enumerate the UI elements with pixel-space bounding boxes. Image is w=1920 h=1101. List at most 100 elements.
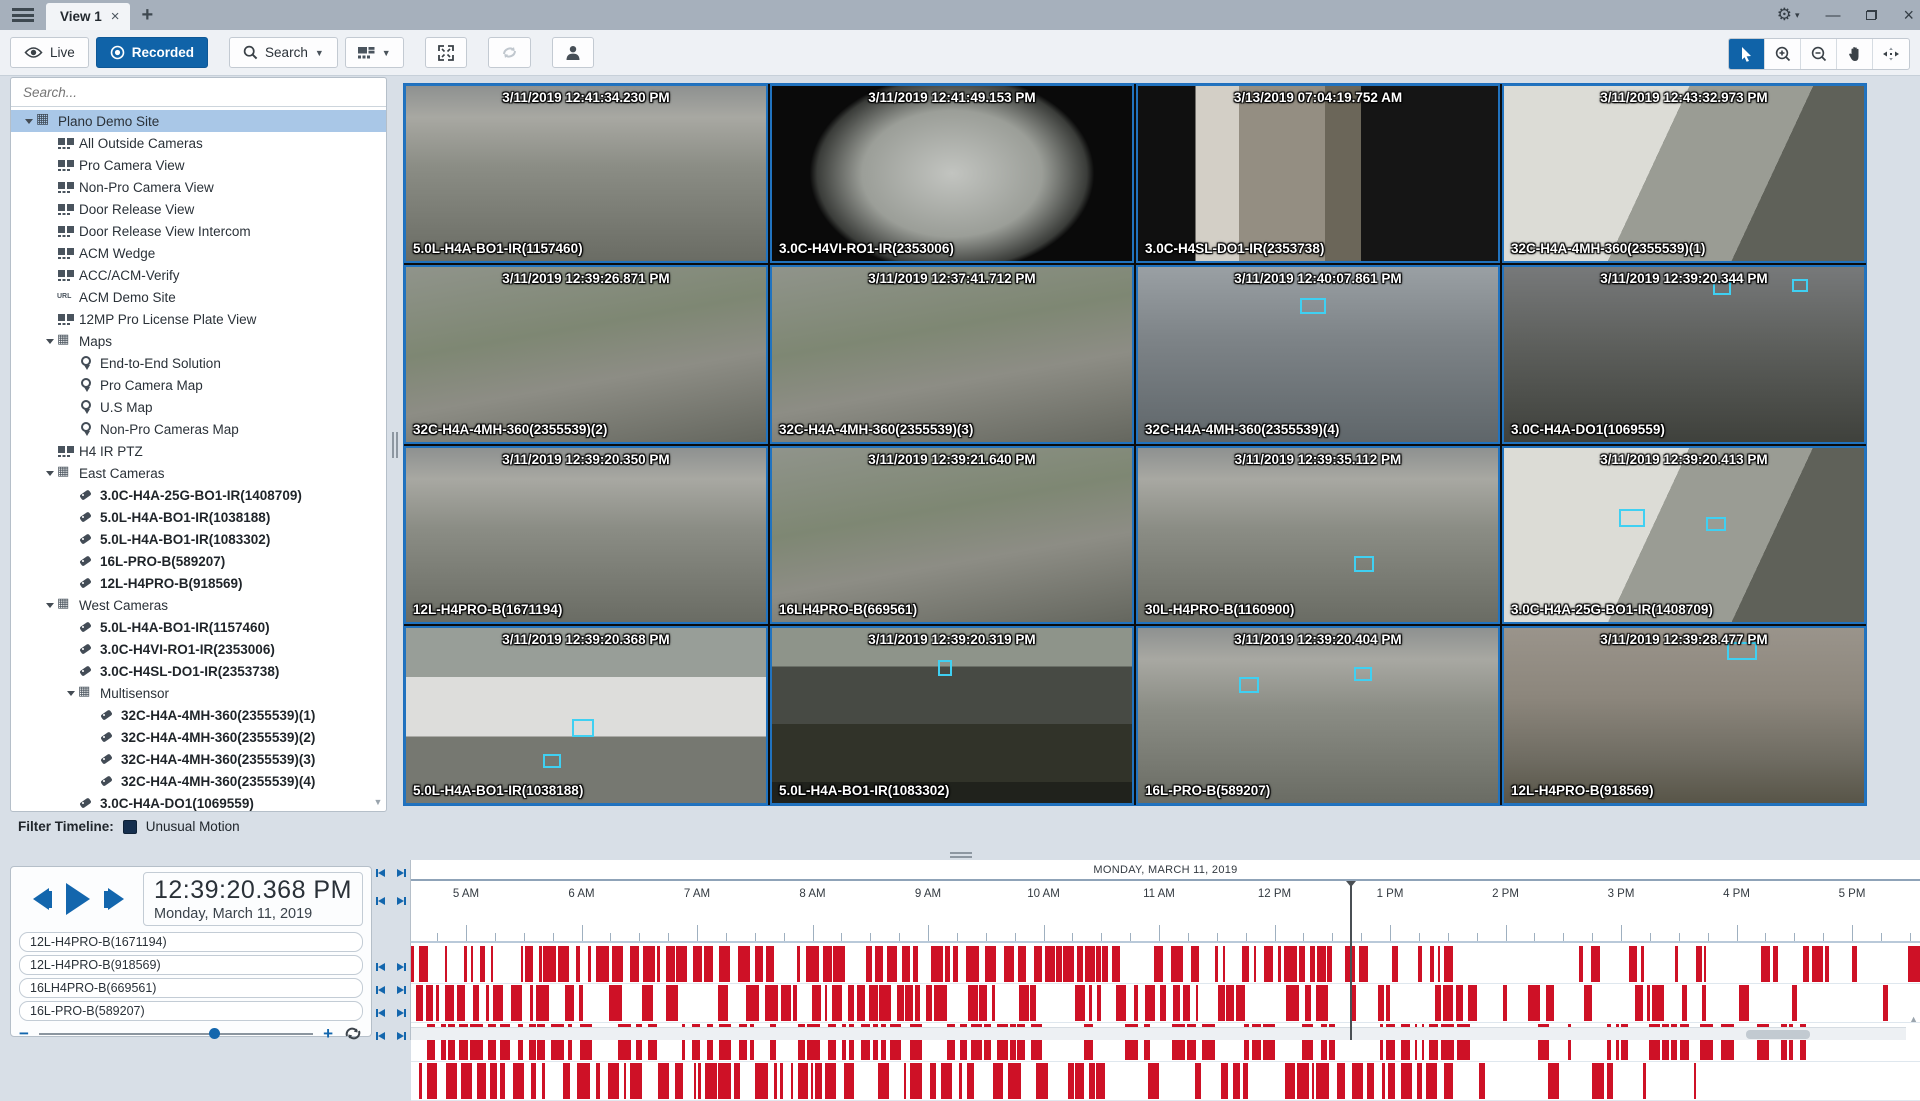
timeline-camera-pill-16lh4pro-b-669561[interactable]: 16LH4PRO-B(669561): [19, 978, 363, 998]
camera-tile-32c-h4a-4mh-360-2355539-3[interactable]: 3/11/2019 12:37:41.712 PM32C-H4A-4MH-360…: [770, 265, 1134, 444]
timeline-activity-row-16l-pro-b-589207[interactable]: [411, 1062, 1920, 1101]
zoom-in-tool-button[interactable]: [1765, 39, 1801, 69]
zoom-slider-thumb[interactable]: [209, 1028, 220, 1039]
tree-item-5-0l-h4a-bo1-ir-1083302[interactable]: 5.0L-H4A-BO1-IR(1083302): [11, 528, 386, 550]
tree-item-16l-pro-b-589207[interactable]: 16L-PRO-B(589207): [11, 550, 386, 572]
settings-gear-button[interactable]: ⚙▾: [1777, 5, 1800, 25]
timeline-ruler[interactable]: 5 AM6 AM7 AM8 AM9 AM10 AM11 AM12 PM1 PM2…: [411, 881, 1920, 943]
timeline-scrollbar-thumb[interactable]: [1746, 1030, 1810, 1039]
zoom-out-tool-button[interactable]: [1801, 39, 1837, 69]
tree-item-h4-ir-ptz[interactable]: H4 IR PTZ: [11, 440, 386, 462]
tree-item-3-0c-h4sl-do1-ir-2353738[interactable]: 3.0C-H4SL-DO1-IR(2353738): [11, 660, 386, 682]
live-button[interactable]: Live: [10, 37, 89, 68]
center-on-playhead-icon[interactable]: [343, 1026, 363, 1041]
tree-item-door-release-view-intercom[interactable]: Door Release View Intercom: [11, 220, 386, 242]
tree-item-32c-h4a-4mh-360-2355539-4[interactable]: 32C-H4A-4MH-360(2355539)(4): [11, 770, 386, 792]
timeline-rows-scroll-up-arrow[interactable]: ▲: [1909, 1014, 1918, 1024]
minimize-button[interactable]: —: [1825, 7, 1840, 24]
add-tab-button[interactable]: +: [142, 4, 154, 27]
tree-item-end-to-end-solution[interactable]: End-to-End Solution: [11, 352, 386, 374]
main-menu-button[interactable]: [0, 0, 46, 30]
skip-previous-button[interactable]: [376, 986, 385, 994]
camera-tile-12l-h4pro-b-1671194[interactable]: 3/11/2019 12:39:20.350 PM12L-H4PRO-B(167…: [404, 446, 768, 625]
camera-tile-32c-h4a-4mh-360-2355539-4[interactable]: 3/11/2019 12:40:07.861 PM32C-H4A-4MH-360…: [1136, 265, 1500, 444]
camera-tile-32c-h4a-4mh-360-2355539-1[interactable]: 3/11/2019 12:43:32.973 PM32C-H4A-4MH-360…: [1502, 84, 1866, 263]
unusual-motion-checkbox[interactable]: [123, 820, 137, 834]
pan-tool-button[interactable]: [1837, 39, 1873, 69]
tree-item-all-outside-cameras[interactable]: All Outside Cameras: [11, 132, 386, 154]
timeline-playhead[interactable]: [1350, 881, 1352, 1040]
expander-icon[interactable]: [21, 115, 36, 128]
tree-item-3-0c-h4a-do1-1069559[interactable]: 3.0C-H4A-DO1(1069559): [11, 792, 386, 812]
tree-item-acm-wedge[interactable]: ACM Wedge: [11, 242, 386, 264]
camera-tile-3-0c-h4sl-do1-ir-2353738[interactable]: 3/13/2019 07:04:19.752 AM3.0C-H4SL-DO1-I…: [1136, 84, 1500, 263]
tree-item-plano-demo-site[interactable]: Plano Demo Site: [11, 110, 386, 132]
play-button[interactable]: [66, 883, 90, 915]
tab-close-icon[interactable]: ×: [111, 9, 120, 24]
camera-tile-5-0l-h4a-bo1-ir-1157460[interactable]: 3/11/2019 12:41:34.230 PM5.0L-H4A-BO1-IR…: [404, 84, 768, 263]
tree-item-pro-camera-view[interactable]: Pro Camera View: [11, 154, 386, 176]
sidebar-scroll-down-arrow[interactable]: ▼: [372, 797, 384, 809]
tree-item-pro-camera-map[interactable]: Pro Camera Map: [11, 374, 386, 396]
timeline-splitter-handle[interactable]: [950, 852, 972, 858]
tree-item-maps[interactable]: Maps: [11, 330, 386, 352]
tree-item-12l-h4pro-b-918569[interactable]: 12L-H4PRO-B(918569): [11, 572, 386, 594]
camera-tile-3-0c-h4vi-ro1-ir-2353006[interactable]: 3/11/2019 12:41:49.153 PM3.0C-H4VI-RO1-I…: [770, 84, 1134, 263]
tree-item-acc-acm-verify[interactable]: ACC/ACM-Verify: [11, 264, 386, 286]
layout-button[interactable]: ▼: [345, 37, 404, 68]
camera-tile-5-0l-h4a-bo1-ir-1038188[interactable]: 3/11/2019 12:39:20.368 PM5.0L-H4A-BO1-IR…: [404, 626, 768, 805]
timeline-zoom-out-button[interactable]: −: [19, 1025, 29, 1042]
expander-icon[interactable]: [42, 467, 57, 480]
tree-item-non-pro-cameras-map[interactable]: Non-Pro Cameras Map: [11, 418, 386, 440]
skip-next-button[interactable]: [397, 1032, 406, 1040]
tree-item-door-release-view[interactable]: Door Release View: [11, 198, 386, 220]
skip-previous-button[interactable]: [376, 869, 385, 877]
tree-item-32c-h4a-4mh-360-2355539-3[interactable]: 32C-H4A-4MH-360(2355539)(3): [11, 748, 386, 770]
restore-button[interactable]: [1866, 10, 1877, 20]
skip-next-button[interactable]: [397, 897, 406, 905]
step-forward-button[interactable]: [104, 888, 124, 910]
camera-tile-3-0c-h4a-25g-bo1-ir-1408709[interactable]: 3/11/2019 12:39:20.413 PM3.0C-H4A-25G-BO…: [1502, 446, 1866, 625]
step-back-button[interactable]: [33, 888, 53, 910]
timeline-camera-pill-12l-h4pro-b-918569[interactable]: 12L-H4PRO-B(918569): [19, 955, 363, 975]
camera-tile-12l-h4pro-b-918569[interactable]: 3/11/2019 12:39:28.477 PM12L-H4PRO-B(918…: [1502, 626, 1866, 805]
tree-item-3-0c-h4a-25g-bo1-ir-1408709[interactable]: 3.0C-H4A-25G-BO1-IR(1408709): [11, 484, 386, 506]
skip-next-button[interactable]: [397, 963, 406, 971]
tree-item-u-s-map[interactable]: U.S Map: [11, 396, 386, 418]
fullscreen-button[interactable]: [425, 37, 467, 68]
sidebar-search[interactable]: [11, 78, 386, 107]
skip-previous-button[interactable]: [376, 963, 385, 971]
camera-tile-3-0c-h4a-do1-1069559[interactable]: 3/11/2019 12:39:20.344 PM3.0C-H4A-DO1(10…: [1502, 265, 1866, 444]
tree-item-acm-demo-site[interactable]: ACM Demo Site: [11, 286, 386, 308]
dewarp-tool-button[interactable]: [1873, 39, 1909, 69]
timeline-zoom-in-button[interactable]: +: [323, 1025, 333, 1042]
search-input[interactable]: [23, 85, 374, 100]
tree-item-non-pro-camera-view[interactable]: Non-Pro Camera View: [11, 176, 386, 198]
timeline-scrollbar[interactable]: [411, 1027, 1906, 1040]
timeline-activity-row-12l-h4pro-b-1671194[interactable]: [411, 945, 1920, 984]
sidebar-splitter-handle[interactable]: [392, 432, 398, 458]
camera-tile-30l-h4pro-b-1160900[interactable]: 3/11/2019 12:39:35.112 PM30L-H4PRO-B(116…: [1136, 446, 1500, 625]
close-window-button[interactable]: ×: [1903, 5, 1914, 26]
tree-item-5-0l-h4a-bo1-ir-1157460[interactable]: 5.0L-H4A-BO1-IR(1157460): [11, 616, 386, 638]
tree-item-12mp-pro-license-plate-view[interactable]: 12MP Pro License Plate View: [11, 308, 386, 330]
skip-next-button[interactable]: [397, 869, 406, 877]
expander-icon[interactable]: [42, 599, 57, 612]
recorded-button[interactable]: Recorded: [96, 37, 208, 68]
skip-next-button[interactable]: [397, 1009, 406, 1017]
camera-tile-32c-h4a-4mh-360-2355539-2[interactable]: 3/11/2019 12:39:26.871 PM32C-H4A-4MH-360…: [404, 265, 768, 444]
tree-item-32c-h4a-4mh-360-2355539-1[interactable]: 32C-H4A-4MH-360(2355539)(1): [11, 704, 386, 726]
tab-view-1[interactable]: View 1 ×: [46, 3, 130, 30]
timeline-rows[interactable]: [411, 945, 1920, 1026]
camera-tile-5-0l-h4a-bo1-ir-1083302[interactable]: 3/11/2019 12:39:20.319 PM5.0L-H4A-BO1-IR…: [770, 626, 1134, 805]
tree-item-east-cameras[interactable]: East Cameras: [11, 462, 386, 484]
camera-tile-16l-pro-b-589207[interactable]: 3/11/2019 12:39:20.404 PM16L-PRO-B(58920…: [1136, 626, 1500, 805]
timeline-camera-pill-16l-pro-b-589207[interactable]: 16L-PRO-B(589207): [19, 1001, 363, 1021]
tree-item-32c-h4a-4mh-360-2355539-2[interactable]: 32C-H4A-4MH-360(2355539)(2): [11, 726, 386, 748]
skip-previous-button[interactable]: [376, 897, 385, 905]
timeline-zoom-slider[interactable]: [39, 1033, 313, 1035]
skip-next-button[interactable]: [397, 986, 406, 994]
tree-item-west-cameras[interactable]: West Cameras: [11, 594, 386, 616]
tree-item-multisensor[interactable]: Multisensor: [11, 682, 386, 704]
identity-button[interactable]: [552, 37, 594, 68]
